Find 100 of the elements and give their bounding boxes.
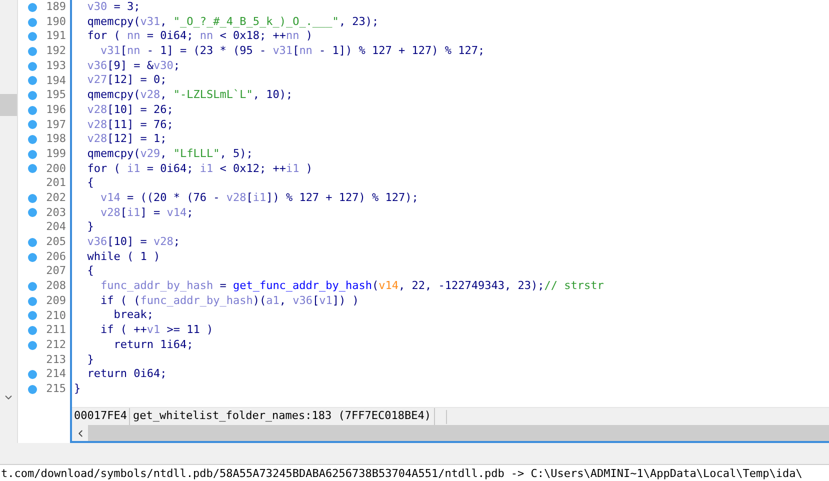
variable-name: v28 [140,88,160,102]
code-text: , [279,294,287,307]
vertical-scrollbar[interactable] [0,0,18,443]
code-text: - 1] = (23 * (95 - [146,44,268,58]
line-number: 203 [46,204,66,221]
code-text: [ [120,44,127,58]
code-text: , [160,14,168,28]
code-text: >= 11 ) [166,323,214,336]
variable-name: v1 [319,294,332,307]
horizontal-scrollbar[interactable] [72,425,829,441]
code-text: , 23); [338,14,379,28]
code-text: ]) ) [332,294,359,307]
code-text: { [86,264,94,278]
line-number: 191 [46,28,66,44]
line-number: 214 [46,366,66,382]
code-text: for ( [86,162,122,175]
code-text: [12] = 1; [107,132,167,146]
variable-name: i1 [286,162,300,175]
variable-name: v29 [140,146,160,160]
code-text: ; [173,235,180,248]
line-number: 212 [46,336,66,353]
line-number: 215 [46,380,66,397]
variable-name: v28 [86,102,108,116]
code-text: qmemcpy( [86,146,140,160]
variable-name: v31 [272,44,293,58]
line-number: 204 [46,219,66,236]
variable-name: v27 [86,73,108,86]
variable-name: v28 [226,190,246,204]
code-text: ) [304,29,312,42]
variable-name: v14 [166,206,187,219]
line-number: 211 [46,322,66,338]
code-text: , 5); [220,146,253,160]
variable-name: v36 [86,58,108,72]
line-number: 201 [46,175,66,192]
code-text: = ((20 * (76 - [126,190,221,204]
line-number: 196 [46,102,66,118]
variable-name: v28 [153,235,174,248]
variable-name: a1 [266,294,280,307]
line-number: 198 [46,131,66,148]
code-text: if ( ++ [99,323,147,336]
code-text: break; [112,308,154,322]
code-text: return 1i64; [112,338,194,351]
code-text: if ( ( [99,294,140,307]
variable-name: v28 [86,132,108,146]
string-literal: "LfLLL" [173,146,220,160]
code-text: return 0i64; [86,367,167,380]
variable-name: func_addr_by_hash [99,279,214,292]
code-text: } [74,382,81,395]
variable-name: i1 [126,162,140,175]
code-text: qmemcpy( [86,14,140,28]
variable-name: v28 [99,206,120,219]
variable-name: v28 [86,118,108,130]
variable-name: i1 [252,190,266,204]
argument-name: v14 [378,279,399,292]
variable-name: v14 [99,190,120,204]
code-text: ( [372,279,379,292]
variable-name: v31 [99,44,120,58]
code-text: < 0x12; ++ [218,162,286,175]
code-text: , 10); [252,88,293,102]
variable-name: v30 [86,0,108,13]
code-text: ]) % 127 + 127) % 127); [266,190,418,204]
variable-name: nn [126,44,140,58]
variable-name: v36 [86,235,108,248]
code-text: [ [312,294,320,307]
variable-name: func_addr_by_hash [140,294,253,307]
string-literal: "_O_?_#_4_B_5_k_)_O_.___" [173,14,339,28]
code-text: , 22, -122749343, 23); [398,279,544,292]
code-text: = 3; [112,0,140,13]
code-text: ] = [140,206,162,219]
variable-name: v31 [140,14,160,28]
code-text: < 0x18; ++ [218,29,286,42]
line-number: 200 [46,160,66,177]
line-number: 208 [46,278,66,294]
scrollbar-thumb[interactable] [0,94,17,116]
code-text: - 1]) % 127 + 127) % 127; [318,44,485,58]
code-text: while ( 1 ) [86,250,160,263]
line-number: 206 [46,248,66,265]
code-text: } [86,220,94,234]
code-text: [ [292,44,300,58]
variable-name: nn [200,29,214,42]
code-text: { [86,176,94,190]
code-text: qmemcpy( [86,88,140,102]
code-text: [ [120,206,127,219]
variable-name: nn [299,44,312,58]
line-number: 197 [46,116,66,133]
variable-name: nn [126,29,140,42]
code-text: [ [246,190,253,204]
code-text: , [160,146,168,160]
line-number: 209 [46,292,66,309]
string-literal: "-LZLSLmL`L" [173,88,253,102]
code-text: [12] = 0; [107,73,167,86]
line-number: 202 [46,190,66,206]
line-number: 194 [46,72,66,89]
variable-name: i1 [126,206,140,219]
line-number: 195 [46,87,66,104]
variable-name: v1 [146,323,160,336]
function-name: get_func_addr_by_hash [232,279,372,292]
code-text: , [160,88,168,102]
code-text: [9] = & [107,58,154,72]
code-text: ; [173,58,180,72]
